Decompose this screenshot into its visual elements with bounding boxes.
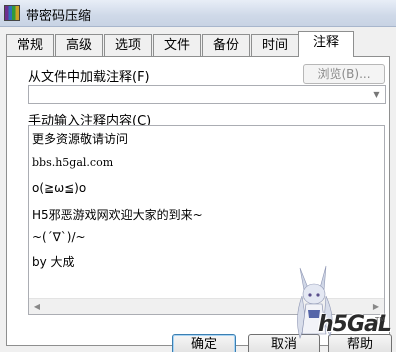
tab-time[interactable]: 时间 xyxy=(251,34,299,56)
scroll-left-icon[interactable]: ◀ xyxy=(29,299,45,314)
tab-comment[interactable]: 注释 xyxy=(298,31,354,57)
comment-line: 更多资源敬请访问 xyxy=(32,132,129,146)
ok-button[interactable]: 确定 xyxy=(172,334,236,352)
browse-button[interactable]: 浏览(B)... xyxy=(303,64,385,84)
load-from-file-label: 从文件中加载注释(F) xyxy=(28,70,150,85)
comment-line: o(≧ω≦)o xyxy=(32,181,87,195)
comment-line: ~(´∇`)/~ xyxy=(32,230,86,244)
window-title: 带密码压缩 xyxy=(26,9,92,24)
tab-bar: 常规 高级 选项 文件 备份 时间 注释 xyxy=(6,31,390,57)
tab-advanced[interactable]: 高级 xyxy=(55,34,103,56)
comment-file-combo[interactable]: ▼ xyxy=(28,85,386,104)
tab-general[interactable]: 常规 xyxy=(6,34,54,56)
tab-backup[interactable]: 备份 xyxy=(202,34,250,56)
archive-dialog: 带密码压缩 常规 高级 选项 文件 备份 时间 注释 从文件中加载注释(F) 浏… xyxy=(0,0,396,352)
comment-line: H5邪恶游戏网欢迎大家的到来~ xyxy=(32,208,203,222)
chevron-down-icon[interactable]: ▼ xyxy=(369,87,384,102)
trademark-mark: TM xyxy=(375,316,386,324)
tab-options[interactable]: 选项 xyxy=(104,34,152,56)
winrar-icon xyxy=(4,5,20,21)
tab-files[interactable]: 文件 xyxy=(153,34,201,56)
comment-line: by 大成 xyxy=(32,255,75,269)
comment-line: bbs.h5gal.com xyxy=(32,156,114,169)
title-bar: 带密码压缩 xyxy=(0,0,396,27)
